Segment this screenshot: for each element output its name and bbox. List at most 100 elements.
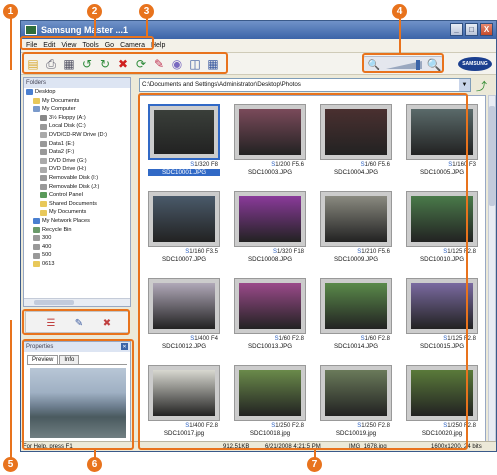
- menu-view[interactable]: View: [58, 42, 79, 49]
- close-button[interactable]: X: [480, 23, 493, 36]
- tree-item[interactable]: Removable Disk (I:): [24, 174, 130, 183]
- thumbnail-image[interactable]: [234, 191, 306, 247]
- aperture: F2.8: [377, 423, 390, 429]
- thumbnail-image[interactable]: [148, 278, 220, 334]
- tree-item[interactable]: Recycle Bin: [24, 226, 130, 235]
- menu-help[interactable]: Help: [148, 42, 168, 49]
- thumbnail-item[interactable]: S1/250 F2.8 SDC10020.jpg: [402, 361, 482, 439]
- thumbnail-image[interactable]: [148, 365, 220, 421]
- thumbnail-item[interactable]: S1/200 F5.6 SDC10003.JPG: [230, 100, 310, 178]
- zoom-slider[interactable]: [386, 60, 424, 70]
- path-text: C:\Documents and Settings\Administrator\…: [142, 81, 301, 88]
- chevron-down-icon[interactable]: ▼: [459, 79, 470, 91]
- tree-item[interactable]: Local Disk (C:): [24, 122, 130, 131]
- tree-item[interactable]: My Documents: [24, 97, 130, 106]
- thumbnail-image[interactable]: [148, 191, 220, 247]
- tree-item[interactable]: My Computer: [24, 105, 130, 114]
- menu-edit[interactable]: Edit: [40, 42, 58, 49]
- list-view-icon[interactable]: ☰: [44, 316, 58, 330]
- menu-tools[interactable]: Tools: [79, 42, 101, 49]
- thumbnail-item[interactable]: S1/60 F5.6 SDC10004.JPG: [316, 100, 396, 178]
- shutter-speed: 1/60: [278, 336, 291, 342]
- folder-tree-scrollbar[interactable]: [24, 298, 130, 306]
- tree-item[interactable]: Removable Disk (J:): [24, 183, 130, 192]
- thumbnail-image[interactable]: [234, 278, 306, 334]
- save-icon[interactable]: ▦: [61, 56, 77, 72]
- tree-item-label: 3½ Floppy (A:): [49, 114, 86, 121]
- thumbnail-item[interactable]: S1/60 F2.8 SDC10013.JPG: [230, 274, 310, 352]
- refresh-icon[interactable]: ⟳: [133, 56, 149, 72]
- thumbnail-image[interactable]: [148, 104, 220, 160]
- aperture: F2.8: [291, 336, 304, 342]
- tree-item[interactable]: 300: [24, 234, 130, 243]
- thumbnail-item[interactable]: S1/160 F3.5 SDC10007.JPG: [144, 187, 224, 265]
- tree-item[interactable]: Control Panel: [24, 191, 130, 200]
- tab-info[interactable]: Info: [59, 355, 80, 364]
- thumbnail-item[interactable]: S1/125 F2.8 SDC10015.JPG: [402, 274, 482, 352]
- tree-item[interactable]: My Network Places: [24, 217, 130, 226]
- thumbnail-image[interactable]: [320, 191, 392, 247]
- disc-icon[interactable]: ◉: [169, 56, 185, 72]
- tree-item[interactable]: DVD Drive (G:): [24, 157, 130, 166]
- thumbnail-image[interactable]: [234, 104, 306, 160]
- edit-view-icon[interactable]: ✎: [72, 316, 86, 330]
- thumbnail-image[interactable]: [320, 365, 392, 421]
- menu-go[interactable]: Go: [102, 42, 117, 49]
- tab-preview[interactable]: Preview: [27, 355, 59, 364]
- file-name: SDC10019.jpg: [335, 430, 377, 437]
- thumbnail-item[interactable]: S1/125 F2.8 SDC10010.JPG: [402, 187, 482, 265]
- shutter-speed: 1/160: [189, 249, 205, 255]
- thumbnail-item[interactable]: S1/400 F2.8 SDC10017.jpg: [144, 361, 224, 439]
- folder-up-icon[interactable]: ⤴: [476, 78, 490, 93]
- rotate-right-icon[interactable]: ↻: [97, 56, 113, 72]
- tree-item[interactable]: 0613: [24, 260, 130, 269]
- tree-item[interactable]: 400: [24, 243, 130, 252]
- thumbnail-item[interactable]: S1/210 F5.6 SDC10009.JPG: [316, 187, 396, 265]
- thumbnail-item[interactable]: S1/160 F3 SDC10005.JPG: [402, 100, 482, 178]
- thumbnail-item[interactable]: S1/400 F4 SDC10012.JPG: [144, 274, 224, 352]
- tree-item[interactable]: Data1 (E:): [24, 140, 130, 149]
- zoom-in-icon[interactable]: 🔍: [426, 57, 442, 73]
- thumbnail-image[interactable]: [406, 365, 478, 421]
- thumbnail-image[interactable]: [320, 278, 392, 334]
- file-name: SDC10010.JPG: [419, 256, 465, 263]
- thumbnail-item[interactable]: S1/320 F18 SDC10008.JPG: [230, 187, 310, 265]
- split-view-icon[interactable]: ◫: [187, 56, 203, 72]
- delete-icon[interactable]: ✖: [115, 56, 131, 72]
- tree-item[interactable]: Shared Documents: [24, 200, 130, 209]
- grid-view-icon[interactable]: ▦: [205, 56, 221, 72]
- thumbnail-image[interactable]: [320, 104, 392, 160]
- tree-item[interactable]: DVD/CD-RW Drive (D:): [24, 131, 130, 140]
- tree-item[interactable]: 3½ Floppy (A:): [24, 114, 130, 123]
- tree-item[interactable]: My Documents: [24, 208, 130, 217]
- shutter-speed: 1/400: [189, 423, 205, 429]
- close-icon[interactable]: ✕: [121, 343, 128, 350]
- photo-meta: S1/320 F18: [273, 249, 304, 255]
- thumbnail-image[interactable]: [234, 365, 306, 421]
- tree-item[interactable]: 500: [24, 251, 130, 260]
- minimize-button[interactable]: _: [450, 23, 463, 36]
- thumbnail-scrollbar[interactable]: [488, 95, 496, 450]
- maximize-button[interactable]: □: [465, 23, 478, 36]
- tools-view-icon[interactable]: ✖: [100, 316, 114, 330]
- tree-item[interactable]: DVD Drive (H:): [24, 165, 130, 174]
- callout-3-line: [146, 18, 148, 36]
- rotate-left-icon[interactable]: ↺: [79, 56, 95, 72]
- menu-file[interactable]: File: [23, 42, 40, 49]
- thumbnail-image[interactable]: [406, 278, 478, 334]
- thumbnail-item[interactable]: S1/60 F2.8 SDC10014.JPG: [316, 274, 396, 352]
- tree-item[interactable]: Desktop: [24, 88, 130, 97]
- shutter-speed: 1/200: [275, 162, 291, 168]
- menu-camera[interactable]: Camera: [117, 42, 148, 49]
- thumbnail-image[interactable]: [406, 191, 478, 247]
- open-folder-icon[interactable]: ▤: [25, 56, 41, 72]
- print-icon[interactable]: ⎙: [43, 56, 59, 72]
- zoom-out-icon[interactable]: 🔍: [366, 57, 382, 73]
- thumbnail-item[interactable]: S1/250 F2.8 SDC10018.jpg: [230, 361, 310, 439]
- thumbnail-item[interactable]: S1/250 F2.8 SDC10019.jpg: [316, 361, 396, 439]
- thumbnail-image[interactable]: [406, 104, 478, 160]
- edit-icon[interactable]: ✎: [151, 56, 167, 72]
- thumbnail-item[interactable]: S1/320 F8 SDC10001.JPG: [144, 100, 224, 178]
- tree-item[interactable]: Data2 (F:): [24, 148, 130, 157]
- path-bar[interactable]: C:\Documents and Settings\Administrator\…: [139, 78, 471, 92]
